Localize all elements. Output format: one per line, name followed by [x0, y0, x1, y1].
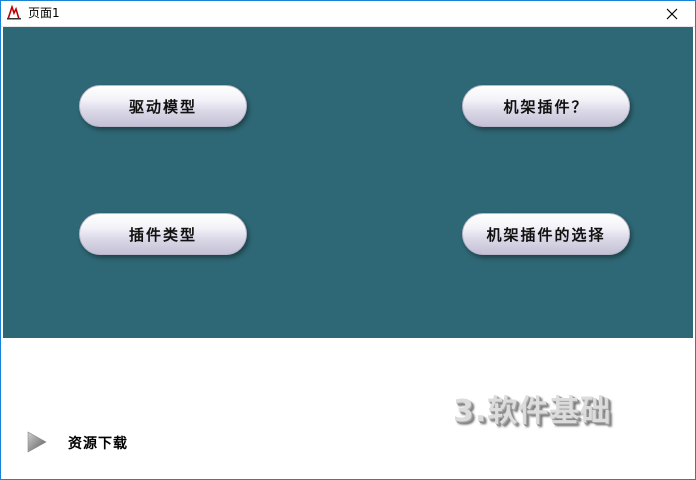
close-button[interactable]	[649, 1, 695, 26]
plugin-types-button[interactable]: 插件类型	[79, 213, 247, 255]
window-title: 页面1	[28, 6, 60, 20]
drive-model-button[interactable]: 驱动模型	[79, 85, 247, 127]
title-bar: 页面1	[1, 1, 695, 27]
app-logo-icon	[7, 5, 21, 20]
rack-plugin-question-button[interactable]: 机架插件？	[462, 85, 630, 127]
close-icon	[666, 8, 678, 19]
rack-plugin-choice-button[interactable]: 机架插件的选择	[462, 213, 630, 255]
button-panel: 驱动模型 机架插件？ 插件类型 机架插件的选择	[3, 27, 693, 338]
resource-download-link[interactable]: 资源下载	[68, 433, 128, 453]
play-arrow-icon[interactable]	[27, 431, 47, 453]
app-window: 页面1 驱动模型 机架插件？ 插件类型 机架插件的选择 3.软件基础 资源下载	[0, 0, 696, 480]
section-logo-text: 3.软件基础	[453, 394, 612, 429]
